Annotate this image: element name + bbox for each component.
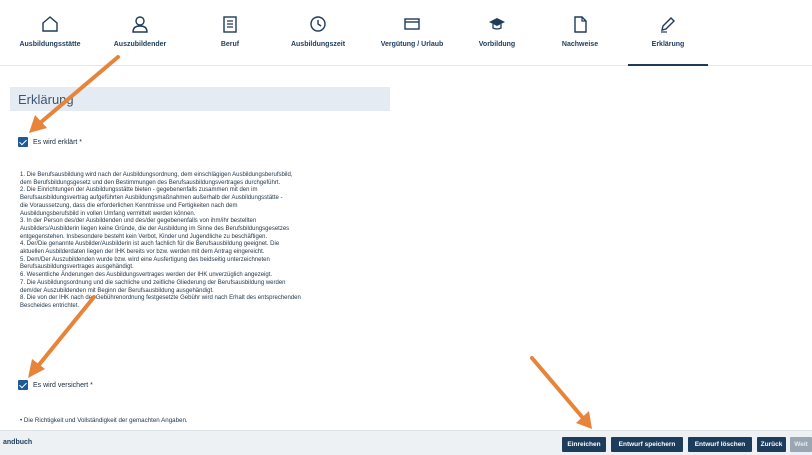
list-item: 6. Wesentliche Änderungen des Ausbildung…	[20, 272, 273, 279]
tab-ausbildungszeit[interactable]: Ausbildungszeit	[278, 0, 358, 66]
back-button[interactable]: Zurück	[757, 437, 786, 452]
tab-nachweise[interactable]: Nachweise	[540, 0, 620, 66]
list-item: aktuellen Ausbilderdaten liegen der IHK …	[20, 249, 265, 256]
tab-vorbildung[interactable]: Vorbildung	[457, 0, 537, 66]
tab-label: Auszubildender	[113, 41, 167, 48]
list-item: 2. Die Einrichtungen der Ausbildungsstät…	[20, 187, 258, 194]
tab-label: Nachweise	[561, 41, 599, 48]
tab-ausbildungsstaette[interactable]: Ausbildungsstätte	[10, 0, 90, 66]
delete-draft-button[interactable]: Entwurf löschen	[688, 437, 752, 452]
tab-label: Ausbildungszeit	[290, 41, 346, 48]
document-icon	[220, 14, 240, 34]
list-item: Berufsausbildungsvertrages ausgehändigt.	[20, 264, 134, 271]
tab-beruf[interactable]: Beruf	[190, 0, 270, 66]
declaration-list: 1. Die Berufsausbildung wird nach der Au…	[20, 172, 400, 311]
declaration-checkbox-row[interactable]: Es wird erklärt *	[18, 137, 82, 147]
list-item: Ausbilders/Ausbilderin liegen keine Grün…	[20, 225, 290, 232]
assurance-checkbox-row[interactable]: Es wird versichert *	[18, 380, 93, 390]
step-navigation: Ausbildungsstätte Auszubildender Beruf A…	[0, 0, 812, 66]
home-icon	[40, 14, 60, 34]
declaration-checkbox-label: Es wird erklärt *	[33, 138, 83, 146]
credit-card-icon	[402, 14, 422, 34]
list-item: Bescheides entrichtet.	[20, 302, 80, 309]
list-item: die Voraussetzung, dass die erforderlich…	[20, 202, 238, 209]
handbook-link[interactable]: andbuch	[3, 439, 32, 446]
list-item: dem Berufsbildungsgesetz und den Bestimm…	[20, 179, 281, 186]
list-item: 1. Die Berufsausbildung wird nach der Au…	[20, 172, 293, 178]
action-bar: andbuch Einreichen Entwurf speichern Ent…	[0, 430, 812, 455]
list-item: 8. Die von der IHK nach der Gebührenordn…	[20, 295, 301, 302]
list-item: 7. Die Ausbildungsordnung und die sachli…	[20, 279, 286, 286]
tab-erklaerung[interactable]: Erklärung	[628, 0, 708, 66]
assurance-checkbox-label: Es wird versichert *	[33, 381, 93, 389]
tab-label: Erklärung	[651, 41, 685, 48]
list-item: Berufsausbildungsvertrag aufgeführten Au…	[20, 195, 283, 202]
tab-label: Ausbildungsstätte	[19, 41, 81, 48]
list-item: 5. Dem/Der Auszubildenden wurde bzw. wir…	[20, 256, 270, 263]
tab-verguetung-urlaub[interactable]: Vergütung / Urlaub	[372, 0, 452, 66]
declaration-checkbox[interactable]	[18, 137, 28, 147]
file-icon	[570, 14, 590, 34]
list-item: 4. Der/Die genannte Ausbilder/Ausbilderi…	[20, 241, 280, 248]
person-icon	[130, 14, 150, 34]
submit-button[interactable]: Einreichen	[562, 437, 606, 452]
list-item: 3. In der Person des/der Ausbildenden un…	[20, 218, 257, 225]
tab-auszubildender[interactable]: Auszubildender	[100, 0, 180, 66]
graduation-cap-icon	[487, 14, 507, 34]
assurance-checkbox[interactable]	[18, 380, 28, 390]
assurance-item: • Die Richtigkeit und Vollständigkeit de…	[20, 417, 188, 424]
section-header: Erklärung	[10, 87, 390, 111]
list-item: entgegenstehen. Insbesondere besteht kei…	[20, 233, 268, 240]
save-draft-button[interactable]: Entwurf speichern	[611, 437, 683, 452]
list-item: Ausbildungsberufsbild in vollen Umfang v…	[20, 210, 196, 217]
section-title: Erklärung	[18, 92, 74, 107]
pen-icon	[658, 14, 678, 34]
list-item: dem/der Auszubildenden mit Beginn der Be…	[20, 287, 214, 294]
tab-label: Beruf	[220, 41, 240, 48]
tab-label: Vorbildung	[478, 41, 516, 48]
tab-label: Vergütung / Urlaub	[380, 41, 444, 48]
clock-icon	[308, 14, 328, 34]
next-button: Weit	[790, 437, 812, 452]
arrow-to-submit-button	[530, 356, 592, 429]
